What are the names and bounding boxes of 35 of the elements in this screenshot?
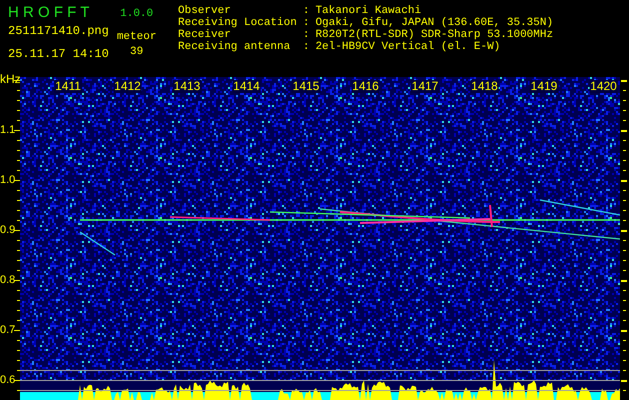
info-label: Receiving antenna [178,41,292,53]
frequency-label: 0.9 [0,224,16,236]
time-label: 1420 [589,80,618,93]
info-value: Takanori Kawachi [315,5,422,17]
info-label: Receiver [178,29,232,41]
time-label: 1415 [292,80,320,93]
info-label: Receiving Location [178,17,297,29]
time-label: 1418 [470,80,499,93]
info-value: R820T2(RTL-SDR) SDR-Sharp 53.1000MHz [315,29,554,41]
time-label: 1419 [530,80,558,93]
frequency-label: 1.1 [0,124,16,136]
frequency-label: 0.8 [0,274,16,286]
frequency-label: 0.7 [0,324,16,336]
time-label: 1411 [54,80,82,93]
time-label: 1414 [232,80,261,93]
colon-separator: : [302,29,310,41]
meteor-label: meteor [116,30,156,44]
time-label: 1417 [410,80,440,93]
app-title: H R O F F T [8,5,90,21]
date-time: 25.11.17 14:10 [8,47,109,61]
frequency-label: 1.0 [0,174,16,186]
version-label: 1.0.0 [120,7,154,22]
colon-separator: : [302,5,310,17]
time-label: 1413 [172,80,202,93]
info-label: Observer [178,5,232,17]
time-label: 1412 [113,80,142,93]
frequency-label: 0.6 [0,374,16,386]
frequency-unit: kHz [0,72,21,86]
time-label: 1416 [351,80,380,93]
colon-separator: : [302,17,310,29]
meteor-count: 39 [130,45,144,59]
colon-separator: : [302,41,310,53]
file-name: 2511171410.png [8,24,109,38]
info-value: 2el-HB9CV Vertical (el. E-W) [315,41,502,53]
info-value: Ogaki, Gifu, JAPAN (136.60E, 35.35N) [315,17,554,29]
